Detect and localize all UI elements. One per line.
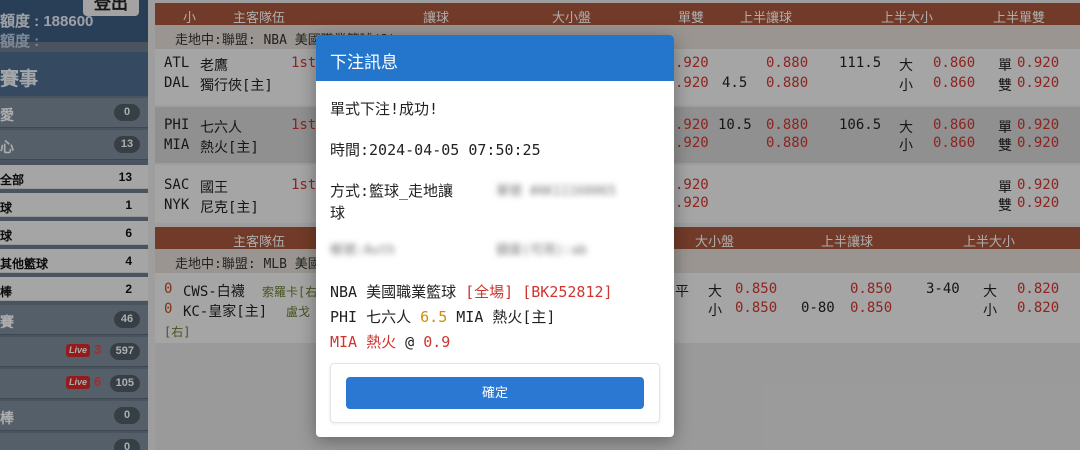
confirm-button[interactable]: 確定 [346,377,644,409]
league-name: NBA 美國職業籃球 [330,283,466,301]
bet-scope: [全場] [465,283,514,301]
picked-team: MIA 熱火 [330,333,397,351]
bet-odds: 0.9 [423,333,451,351]
bet-method: 方式:籃球_走地讓 [330,182,454,200]
dialog-footer: 確定 [330,363,660,423]
bet-info-dialog: 下注訊息 單式下注!成功! 時間:2024-04-05 07:50:25 方式:… [316,35,674,437]
at-symbol: @ [396,333,424,351]
dialog-title: 下注訊息 [316,35,674,81]
blurred-account: 帳號:Auth [330,243,396,258]
blurred-balance: 額度(可用):ab [496,243,588,258]
handicap-value: 6.5 [420,308,448,326]
bet-code: [BK252812] [522,283,613,301]
bet-time: 時間:2024-04-05 07:50:25 [330,141,541,159]
bet-pick-line: MIA 熱火 @ 0.9 [330,331,450,352]
blurred-ticket: 單號 #AK11160065 [496,184,616,199]
bet-league-line: NBA 美國職業籃球 [全場] [BK252812] [330,281,613,302]
bet-method-cont: 球 [330,204,346,222]
home-team: PHI 七六人 [330,308,421,326]
away-team: MIA 熱火[主] [447,308,556,326]
bet-match-line: PHI 七六人 6.5 MIA 熱火[主] [330,306,555,327]
success-message: 單式下注!成功! [330,100,439,118]
